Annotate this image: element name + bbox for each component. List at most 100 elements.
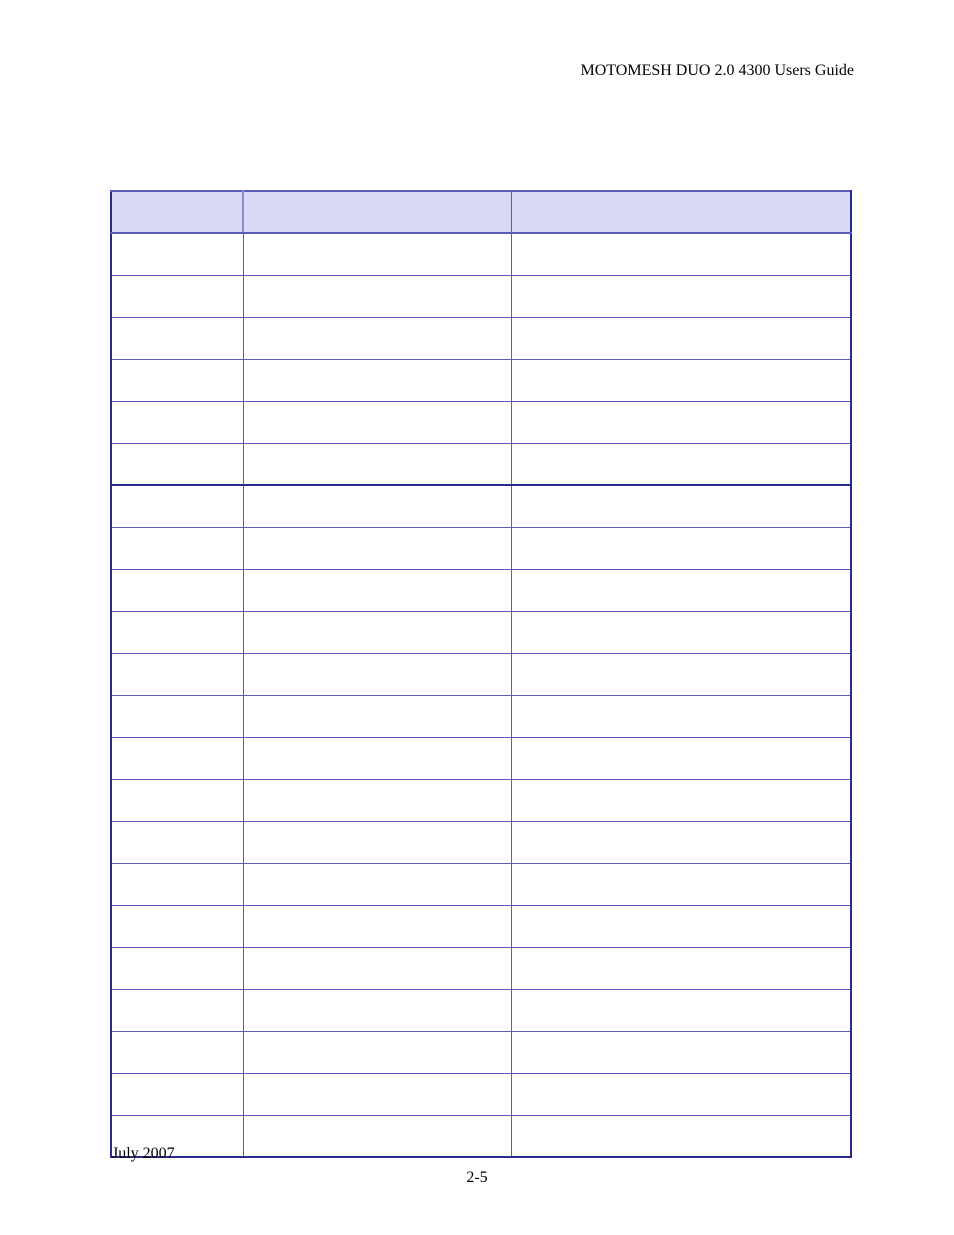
cell-text xyxy=(244,864,511,905)
cell-text xyxy=(112,780,243,821)
table-cell xyxy=(111,443,243,485)
cell-text xyxy=(512,318,851,359)
table-cell xyxy=(111,989,243,1031)
cell-text xyxy=(244,654,511,695)
cell-text xyxy=(244,276,511,317)
table-cell xyxy=(243,401,511,443)
cell-text xyxy=(244,528,511,569)
cell-text xyxy=(112,486,243,527)
table-cell xyxy=(111,275,243,317)
table-cell xyxy=(243,443,511,485)
table-row xyxy=(111,443,851,485)
cell-text xyxy=(512,696,851,737)
table-row xyxy=(111,233,851,275)
cell-text xyxy=(244,822,511,863)
table-cell xyxy=(243,1031,511,1073)
table-header-label xyxy=(244,192,511,232)
cell-text xyxy=(512,360,851,401)
table-cell xyxy=(511,737,851,779)
cell-text xyxy=(112,822,243,863)
table-cell xyxy=(243,821,511,863)
cell-text xyxy=(112,990,243,1031)
running-header: MOTOMESH DUO 2.0 4300 Users Guide xyxy=(581,62,854,80)
table-cell xyxy=(111,779,243,821)
table-cell xyxy=(243,275,511,317)
table-row xyxy=(111,863,851,905)
cell-text xyxy=(244,738,511,779)
cell-text xyxy=(244,1032,511,1073)
cell-text xyxy=(512,822,851,863)
table-cell xyxy=(243,947,511,989)
cell-text xyxy=(512,864,851,905)
cell-text xyxy=(112,360,243,401)
table-cell xyxy=(511,359,851,401)
table-row xyxy=(111,527,851,569)
table-cell xyxy=(243,1073,511,1115)
cell-text xyxy=(244,1116,511,1157)
cell-text xyxy=(512,1074,851,1115)
table-cell xyxy=(511,527,851,569)
cell-text xyxy=(244,318,511,359)
table-cell xyxy=(111,1073,243,1115)
table-row xyxy=(111,485,851,527)
table-cell xyxy=(111,653,243,695)
cell-text xyxy=(112,570,243,611)
cell-text xyxy=(512,612,851,653)
table-cell xyxy=(511,695,851,737)
table-row xyxy=(111,401,851,443)
cell-text xyxy=(112,318,243,359)
cell-text xyxy=(244,948,511,989)
content-table-wrap xyxy=(110,190,850,1158)
table-row xyxy=(111,1031,851,1073)
table-header-cell xyxy=(511,191,851,233)
cell-text xyxy=(512,528,851,569)
cell-text xyxy=(512,486,851,527)
table-header-label xyxy=(512,192,851,232)
cell-text xyxy=(244,780,511,821)
table-cell xyxy=(111,401,243,443)
cell-text xyxy=(512,990,851,1031)
cell-text xyxy=(112,654,243,695)
table-cell xyxy=(111,569,243,611)
table-row xyxy=(111,947,851,989)
table-row xyxy=(111,779,851,821)
table-cell xyxy=(511,779,851,821)
cell-text xyxy=(244,696,511,737)
table-cell xyxy=(111,611,243,653)
cell-text xyxy=(112,864,243,905)
table-cell xyxy=(111,359,243,401)
cell-text xyxy=(512,738,851,779)
table-cell xyxy=(511,653,851,695)
table-row xyxy=(111,989,851,1031)
cell-text xyxy=(512,570,851,611)
cell-text xyxy=(112,612,243,653)
cell-text xyxy=(112,1074,243,1115)
cell-text xyxy=(112,696,243,737)
table-cell xyxy=(511,1073,851,1115)
table-cell xyxy=(111,695,243,737)
cell-text xyxy=(244,360,511,401)
table-cell xyxy=(511,275,851,317)
table-row xyxy=(111,1115,851,1157)
cell-text xyxy=(244,906,511,947)
cell-text xyxy=(244,234,511,275)
cell-text xyxy=(112,234,243,275)
table-cell xyxy=(243,317,511,359)
cell-text xyxy=(244,612,511,653)
table-header-cell xyxy=(243,191,511,233)
cell-text xyxy=(112,528,243,569)
cell-text xyxy=(512,1032,851,1073)
table-cell xyxy=(511,1031,851,1073)
table-cell xyxy=(243,485,511,527)
cell-text xyxy=(244,486,511,527)
cell-text xyxy=(512,444,851,485)
table-cell xyxy=(111,947,243,989)
table-row xyxy=(111,611,851,653)
cell-text xyxy=(512,906,851,947)
table-cell xyxy=(243,1115,511,1157)
table-cell xyxy=(243,779,511,821)
cell-text xyxy=(244,570,511,611)
table-cell xyxy=(511,821,851,863)
table-cell xyxy=(511,317,851,359)
table-cell xyxy=(111,821,243,863)
